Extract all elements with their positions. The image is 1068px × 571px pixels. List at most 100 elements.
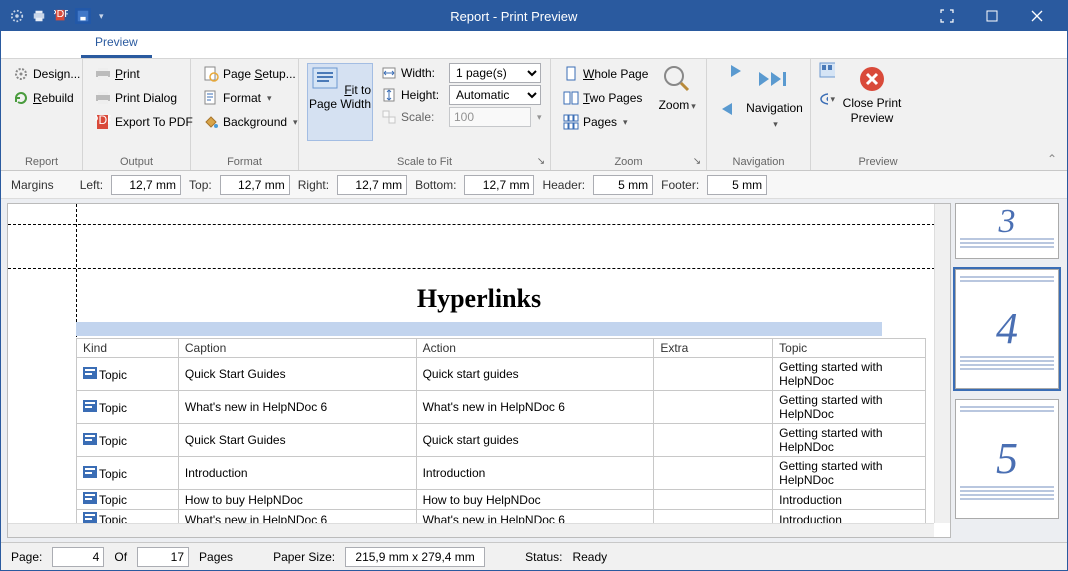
background-button[interactable]: Background▾	[199, 111, 302, 133]
ribbon-group-navigation: Navigation▾ Navigation	[707, 59, 811, 170]
qat-print-icon[interactable]	[31, 8, 47, 24]
svg-text:PDF: PDF	[95, 114, 111, 127]
window-title: Report - Print Preview	[104, 9, 924, 24]
print-button[interactable]: Print	[91, 63, 197, 85]
topic-icon	[83, 433, 97, 445]
group-label: Format	[191, 156, 298, 168]
dialog-launcher-icon[interactable]: ↘	[690, 154, 704, 168]
format-button[interactable]: Format▾	[199, 87, 302, 109]
scale-icon	[381, 109, 397, 125]
col-action: Action	[416, 339, 654, 358]
page-setup-button[interactable]: Page Setup...	[199, 63, 302, 85]
thumb-page-4[interactable]: 4	[955, 269, 1059, 389]
export-pdf-button[interactable]: PDFExport To PDF	[91, 111, 197, 133]
topic-icon	[83, 400, 97, 412]
rebuild-button[interactable]: Rebuild	[9, 87, 84, 109]
navigation-button[interactable]: Navigation▾	[746, 101, 803, 130]
maximize-button[interactable]	[969, 1, 1014, 31]
chevron-down-icon: ▾	[267, 93, 272, 104]
group-label: Navigation	[707, 156, 810, 168]
nav-prev-icon[interactable]	[714, 101, 742, 117]
close-button[interactable]	[1014, 1, 1059, 31]
group-label: Zoom	[551, 156, 706, 168]
chevron-down-icon: ▾	[537, 112, 542, 123]
margin-top-input[interactable]	[220, 175, 290, 195]
scrollbar-vertical[interactable]	[934, 204, 950, 523]
margin-right-input[interactable]	[337, 175, 407, 195]
paper-size	[345, 547, 485, 567]
whole-page-button[interactable]: Whole Page	[559, 63, 652, 85]
margins-bar: Margins Left: Top: Right: Bottom: Header…	[1, 171, 1067, 199]
thumb-page-5[interactable]: 5	[955, 399, 1059, 519]
report-table: Kind Caption Action Extra Topic TopicQui…	[76, 338, 926, 537]
group-label: Scale to Fit	[299, 156, 550, 168]
two-pages-icon	[563, 90, 579, 106]
ribbon-group-zoom: Whole Page Two Pages Pages▾ Zoom▾ Zoom ↘	[551, 59, 707, 170]
collapse-ribbon-icon[interactable]: ⌃	[1047, 152, 1057, 166]
nav-last-icon[interactable]	[757, 63, 793, 95]
chevron-down-icon: ▾	[623, 117, 628, 128]
eye-icon[interactable]: ▾	[819, 91, 835, 107]
table-row: TopicWhat's new in HelpNDoc 6What's new …	[77, 391, 926, 424]
ribbon-group-output: Print Print Dialog PDFExport To PDF Outp…	[83, 59, 191, 170]
col-kind: Kind	[77, 339, 179, 358]
qat-pdf-icon[interactable]: PDF	[53, 8, 69, 24]
margins-label: Margins	[11, 178, 54, 192]
zoom-button[interactable]: Zoom▾	[656, 63, 698, 141]
fullscreen-button[interactable]	[924, 1, 969, 31]
multi-pages-icon	[563, 114, 579, 130]
print-dialog-button[interactable]: Print Dialog	[91, 87, 197, 109]
close-icon	[856, 63, 888, 95]
chevron-down-icon: ▾	[773, 119, 778, 130]
preview-pane[interactable]: Hyperlinks Kind Caption Action Extra Top…	[7, 203, 951, 538]
chevron-down-icon: ▾	[830, 94, 835, 105]
margin-header-input[interactable]	[593, 175, 653, 195]
page-input[interactable]	[52, 547, 104, 567]
margin-footer-input[interactable]	[707, 175, 767, 195]
scrollbar-horizontal[interactable]	[8, 523, 934, 537]
thumb-page-3[interactable]: 3	[955, 203, 1059, 259]
status-text: Ready	[572, 550, 607, 564]
scale-input[interactable]	[449, 107, 531, 127]
page-total	[137, 547, 189, 567]
chevron-down-icon: ▾	[691, 101, 696, 111]
tab-preview[interactable]: Preview	[81, 29, 152, 58]
group-label: Output	[83, 156, 190, 168]
fit-width-icon	[309, 64, 341, 96]
thumbnails-icon[interactable]	[819, 63, 835, 79]
ribbon-group-format: Page Setup... Format▾ Background▾ Format	[191, 59, 299, 170]
format-icon	[203, 90, 219, 106]
close-preview-button[interactable]: Close Print Preview	[839, 63, 905, 141]
nav-next-icon[interactable]	[725, 63, 753, 79]
col-caption: Caption	[178, 339, 416, 358]
two-pages-button[interactable]: Two Pages	[559, 87, 652, 109]
table-row: TopicHow to buy HelpNDocHow to buy HelpN…	[77, 490, 926, 510]
report-band	[76, 322, 882, 336]
printer-icon	[95, 90, 111, 106]
ribbon: Design... Rebuild Report Print Print Dia…	[1, 59, 1067, 171]
width-icon	[381, 65, 397, 81]
margin-left-input[interactable]	[111, 175, 181, 195]
ribbon-tabs: Preview	[1, 31, 1067, 59]
qat-settings-icon[interactable]	[9, 8, 25, 24]
height-icon	[381, 87, 397, 103]
height-select[interactable]: Automatic	[449, 85, 541, 105]
dialog-launcher-icon[interactable]: ↘	[534, 154, 548, 168]
group-label: Preview	[811, 156, 945, 168]
paint-bucket-icon	[203, 114, 219, 130]
group-label: Report	[1, 156, 82, 168]
ribbon-group-report: Design... Rebuild Report	[1, 59, 83, 170]
chevron-down-icon: ▾	[293, 117, 298, 128]
report-title: Hyperlinks	[8, 284, 950, 314]
svg-text:PDF: PDF	[54, 9, 68, 20]
pages-button[interactable]: Pages▾	[559, 111, 652, 133]
page-setup-icon	[203, 66, 219, 82]
width-select[interactable]: 1 page(s)	[449, 63, 541, 83]
topic-icon	[83, 367, 97, 379]
margin-bottom-input[interactable]	[464, 175, 534, 195]
topic-icon	[83, 466, 97, 478]
fit-page-width-button[interactable]: Fit to Page Width	[307, 63, 373, 141]
design-button[interactable]: Design...	[9, 63, 84, 85]
qat-save-icon[interactable]	[75, 8, 91, 24]
width-row: Width: 1 page(s)	[381, 63, 542, 83]
